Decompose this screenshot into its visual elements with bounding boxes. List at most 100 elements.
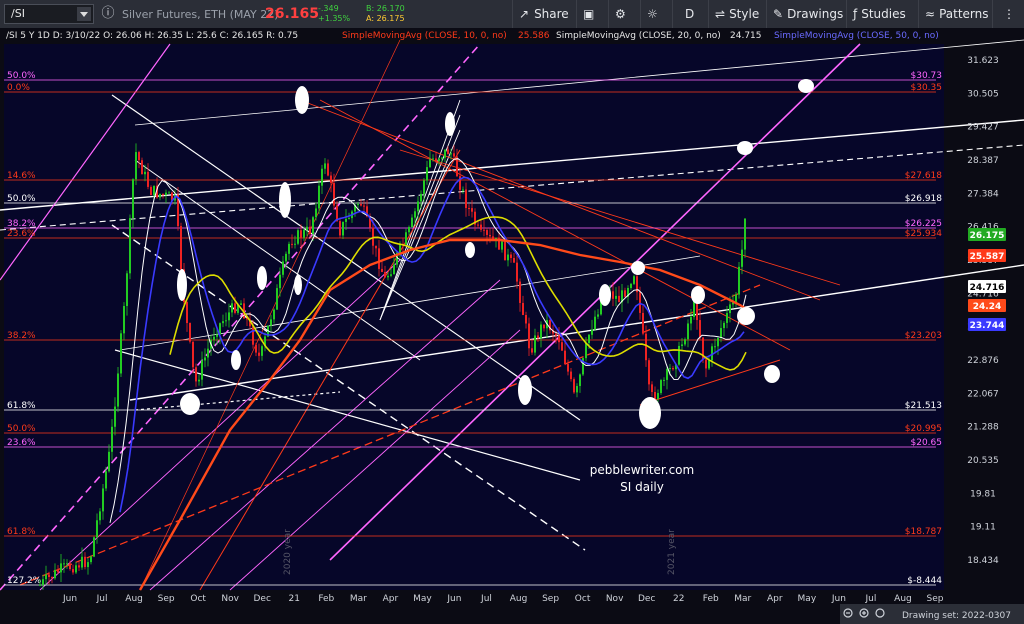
x-tick-label: Jul [864,594,876,604]
year-mark-2021: 2021 year [667,529,677,575]
candle-body [567,364,569,372]
candle-body [378,248,380,269]
candle-body [54,570,56,579]
candle-body [231,303,233,313]
more-icon: ⋮ [1003,7,1015,21]
y-tick-label: 20.535 [967,456,999,466]
candle-body [162,193,164,196]
candle-body [477,224,479,226]
pivot-marker [599,284,611,306]
candle-body [630,283,632,289]
fib-label-right: $30.73 [911,71,943,81]
timeframe-button[interactable]: D [672,0,706,28]
last-price: 26.165 [265,6,320,22]
x-tick-label: Dec [254,594,271,604]
candle-body [306,226,308,230]
studies-flask-button[interactable]: ⚙ [608,0,638,28]
candle-body [48,574,50,578]
candle-body [108,451,110,472]
fib-label-right: $-8.444 [907,576,942,586]
candle-body [612,291,614,299]
symbol-description: Silver Futures, ETH (MAY 22) [122,8,279,21]
share-button[interactable]: ↗ Share [512,0,574,28]
candle-body [420,193,422,202]
price-chart[interactable]: 50.0% $30.73 0.0% $30.35 14.6% $27.618 50.0% $2… [0,28,1024,624]
candle-body [669,367,671,370]
y-tick-label: 21.288 [967,423,999,433]
candle-body [726,313,728,323]
y-tick-label: 22.876 [967,356,999,366]
candle-body [465,189,467,209]
candle-body [450,153,452,155]
chevron-down-icon[interactable] [77,7,91,21]
style-button[interactable]: ⇌ Style [708,0,764,28]
fib-label-right: $20.65 [911,438,943,448]
candle-body [714,346,716,348]
more-button[interactable]: ⋮ [992,0,1024,28]
candle-body [234,303,236,313]
candle-body [708,360,710,369]
x-tick-label: Jun [62,594,77,604]
watermark-line-1: pebblewriter.com [590,463,694,477]
pivot-marker [180,393,200,415]
candle-body [705,359,707,369]
candle-body [159,193,161,198]
x-tick-label: May [798,594,817,604]
candle-body [90,556,92,563]
candle-body [531,348,533,353]
candle-body [135,152,137,180]
bid-price: B: 26.170 [366,4,405,13]
patterns-button[interactable]: ≈ Patterns [918,0,990,28]
studies-button[interactable]: ƒ Studies [846,0,916,28]
fib-label-right: $20.995 [905,424,942,434]
save-button[interactable]: ▣ [576,0,606,28]
pivot-marker [231,350,241,370]
drawing-set-label: Drawing set: 2022-0307 [902,611,1011,621]
candle-body [516,262,518,282]
share-label: Share [534,7,569,21]
candle-body [72,569,74,573]
style-icon: ⇌ [715,7,726,21]
pivot-marker [294,275,302,295]
watermark-line-2: SI daily [620,480,664,494]
drawings-button[interactable]: ✎ Drawings [766,0,844,28]
sma10-legend: SimpleMovingAvg (CLOSE, 10, 0, no) [342,31,507,41]
candle-body [138,152,140,161]
x-tick-label: Jul [480,594,492,604]
candle-body [225,320,227,322]
candle-body [564,350,566,365]
candle-body [42,579,44,585]
price-badge-label: 25.587 [970,252,1005,262]
candle-body [525,314,527,324]
candle-body [51,577,53,579]
candle-body [597,314,599,317]
x-tick-label: Feb [318,594,334,604]
pivot-marker [798,79,814,93]
x-tick-label: Oct [575,594,591,604]
x-tick-label: Aug [125,594,143,604]
price-badge-label: 24.716 [970,283,1005,293]
candle-body [96,520,98,538]
gear-icon: ☼ [647,7,658,21]
x-tick-label: Aug [510,594,528,604]
symbol-selector[interactable]: /SI [4,4,94,24]
candle-body [588,334,590,343]
candle-body [639,292,641,313]
candle-body [150,186,152,196]
candle-body [99,511,101,521]
symbol-text: /SI [11,7,25,20]
candle-body [321,168,323,186]
candle-body [390,274,392,276]
ask-price: A: 26.175 [366,14,405,23]
candle-body [405,232,407,245]
info-icon[interactable]: ⓘ [100,6,116,22]
fib-label-right: $26.225 [905,219,942,229]
fib-label-right: $21.513 [905,401,942,411]
candle-body [330,175,332,183]
settings-button[interactable]: ☼ [640,0,670,28]
pivot-marker [257,266,267,290]
x-tick-label: May [413,594,432,604]
candle-body [66,563,68,565]
candle-body [309,226,311,235]
save-icon: ▣ [583,7,595,21]
